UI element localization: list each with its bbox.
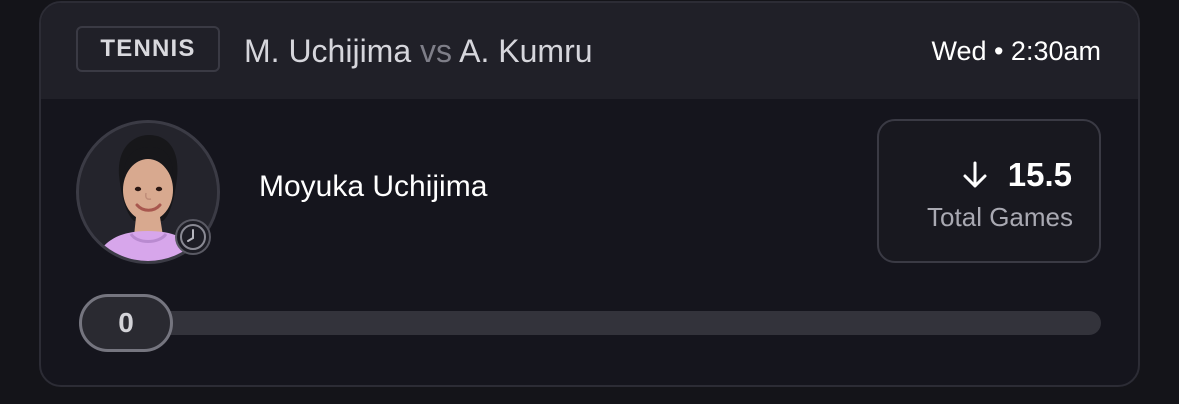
stat-line-box[interactable]: 15.5 Total Games	[877, 119, 1101, 263]
progress-track	[79, 311, 1101, 335]
game-time: Wed • 2:30am	[931, 36, 1101, 66]
sport-badge: TENNIS	[76, 26, 220, 72]
vs-label: vs	[420, 33, 453, 69]
player-one-name: M. Uchijima	[244, 33, 412, 69]
arrow-down-icon	[963, 161, 987, 188]
stat-value: 15.5	[1007, 156, 1072, 193]
card-header: TENNIS M. Uchijima vs A. Kumru Wed • 2:3…	[41, 3, 1138, 99]
current-stat-pill: 0	[79, 294, 173, 352]
player-name: Moyuka Uchijima	[259, 170, 488, 203]
player-two-name: A. Kumru	[459, 33, 593, 69]
stat-line: 15.5	[960, 155, 1072, 195]
stat-label: Total Games	[927, 202, 1073, 232]
matchup-title: M. Uchijima vs A. Kumru	[244, 31, 593, 71]
clock-icon	[175, 219, 211, 255]
